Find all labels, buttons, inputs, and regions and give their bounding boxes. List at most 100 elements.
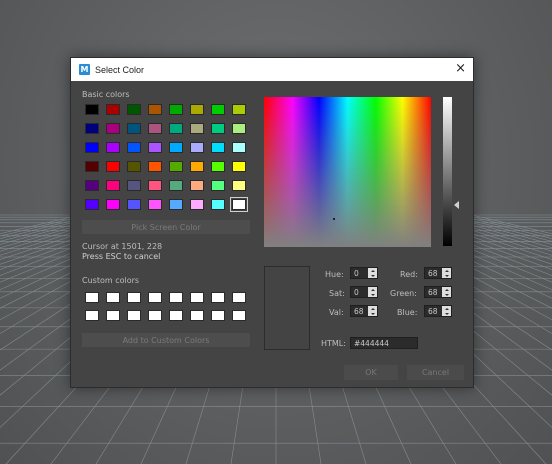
- close-icon[interactable]: ×: [455, 61, 466, 77]
- basic-color-swatch[interactable]: [190, 161, 204, 172]
- green-value[interactable]: 68: [425, 288, 442, 297]
- cursor-position-text: Cursor at 1501, 228: [82, 242, 163, 251]
- ok-button[interactable]: OK: [344, 365, 398, 380]
- value-slider-arrow-icon[interactable]: [454, 201, 459, 209]
- basic-color-swatch[interactable]: [148, 161, 162, 172]
- basic-color-swatch[interactable]: [190, 180, 204, 191]
- hue-stepper-icon[interactable]: [368, 268, 377, 278]
- basic-color-swatch[interactable]: [85, 123, 99, 134]
- custom-color-swatch[interactable]: [148, 292, 162, 303]
- basic-color-swatch[interactable]: [169, 161, 183, 172]
- basic-color-swatch[interactable]: [190, 104, 204, 115]
- hue-saturation-spectrum[interactable]: [264, 97, 431, 247]
- basic-color-swatch[interactable]: [85, 161, 99, 172]
- basic-color-swatch[interactable]: [148, 180, 162, 191]
- basic-color-swatch[interactable]: [230, 197, 248, 212]
- basic-color-swatch[interactable]: [106, 142, 120, 153]
- basic-color-swatch[interactable]: [106, 123, 120, 134]
- basic-color-swatch[interactable]: [106, 180, 120, 191]
- sat-value[interactable]: 0: [351, 288, 368, 297]
- basic-color-swatch[interactable]: [169, 123, 183, 134]
- basic-color-swatch[interactable]: [148, 199, 162, 210]
- basic-color-swatch[interactable]: [85, 142, 99, 153]
- custom-color-swatch[interactable]: [85, 292, 99, 303]
- basic-color-swatch[interactable]: [106, 161, 120, 172]
- basic-color-swatch[interactable]: [127, 104, 141, 115]
- green-stepper-icon[interactable]: [442, 287, 451, 297]
- basic-color-swatch[interactable]: [127, 123, 141, 134]
- basic-color-swatch[interactable]: [190, 123, 204, 134]
- custom-color-swatch[interactable]: [211, 292, 225, 303]
- basic-color-swatch[interactable]: [127, 199, 141, 210]
- custom-color-swatch[interactable]: [232, 292, 246, 303]
- basic-color-swatch[interactable]: [169, 199, 183, 210]
- basic-color-swatch[interactable]: [190, 142, 204, 153]
- cancel-button[interactable]: Cancel: [407, 365, 464, 380]
- basic-colors-label: Basic colors: [82, 90, 130, 99]
- basic-color-swatch[interactable]: [211, 199, 225, 210]
- blue-spinbox[interactable]: 68: [424, 305, 452, 317]
- basic-color-swatch[interactable]: [232, 104, 246, 115]
- html-hex-input[interactable]: #444444: [350, 337, 418, 349]
- basic-color-swatch[interactable]: [232, 161, 246, 172]
- basic-color-swatch[interactable]: [148, 123, 162, 134]
- custom-color-swatch[interactable]: [106, 310, 120, 321]
- basic-color-swatch[interactable]: [106, 199, 120, 210]
- red-spinbox[interactable]: 68: [424, 267, 452, 279]
- basic-color-swatch[interactable]: [232, 142, 246, 153]
- custom-color-swatch[interactable]: [106, 292, 120, 303]
- sat-spinbox[interactable]: 0: [350, 286, 378, 298]
- basic-color-swatch[interactable]: [211, 142, 225, 153]
- blue-label: Blue:: [397, 308, 418, 317]
- val-spinbox[interactable]: 68: [350, 305, 378, 317]
- red-value[interactable]: 68: [425, 269, 442, 278]
- custom-color-swatch[interactable]: [169, 310, 183, 321]
- custom-color-swatch[interactable]: [127, 292, 141, 303]
- spectrum-crosshair[interactable]: [333, 218, 335, 220]
- custom-color-swatch[interactable]: [85, 310, 99, 321]
- basic-color-swatch[interactable]: [232, 180, 246, 191]
- basic-color-swatch[interactable]: [127, 142, 141, 153]
- custom-colors-label: Custom colors: [82, 276, 140, 285]
- green-spinbox[interactable]: 68: [424, 286, 452, 298]
- basic-color-swatch[interactable]: [106, 104, 120, 115]
- value-luminance-bar[interactable]: [443, 97, 452, 246]
- custom-color-swatch[interactable]: [190, 310, 204, 321]
- basic-color-swatch[interactable]: [85, 199, 99, 210]
- basic-color-swatch[interactable]: [127, 180, 141, 191]
- basic-color-swatch[interactable]: [127, 161, 141, 172]
- basic-color-swatch[interactable]: [169, 104, 183, 115]
- pick-screen-color-button[interactable]: Pick Screen Color: [82, 220, 250, 234]
- basic-color-swatch[interactable]: [211, 104, 225, 115]
- basic-color-swatch[interactable]: [190, 199, 204, 210]
- basic-color-swatch[interactable]: [85, 104, 99, 115]
- basic-color-swatch[interactable]: [211, 161, 225, 172]
- red-label: Red:: [400, 270, 418, 279]
- basic-color-swatch[interactable]: [169, 142, 183, 153]
- basic-color-swatch[interactable]: [85, 180, 99, 191]
- custom-color-swatch[interactable]: [169, 292, 183, 303]
- red-stepper-icon[interactable]: [442, 268, 451, 278]
- basic-color-swatch[interactable]: [211, 180, 225, 191]
- basic-color-swatch[interactable]: [211, 123, 225, 134]
- basic-color-swatch[interactable]: [148, 104, 162, 115]
- val-value[interactable]: 68: [351, 307, 368, 316]
- blue-stepper-icon[interactable]: [442, 306, 451, 316]
- custom-color-swatch[interactable]: [190, 292, 204, 303]
- add-to-custom-colors-button[interactable]: Add to Custom Colors: [82, 333, 250, 347]
- hue-value[interactable]: 0: [351, 269, 368, 278]
- custom-color-swatch[interactable]: [127, 310, 141, 321]
- custom-color-swatch[interactable]: [148, 310, 162, 321]
- basic-color-swatch[interactable]: [148, 142, 162, 153]
- custom-color-swatch[interactable]: [232, 310, 246, 321]
- blue-value[interactable]: 68: [425, 307, 442, 316]
- hue-label: Hue:: [325, 270, 344, 279]
- custom-color-swatch[interactable]: [211, 310, 225, 321]
- select-color-dialog: M Select Color × Basic colors Pick Scree…: [70, 57, 474, 388]
- basic-color-swatch[interactable]: [232, 123, 246, 134]
- val-stepper-icon[interactable]: [368, 306, 377, 316]
- maya-app-icon: M: [79, 64, 90, 75]
- sat-stepper-icon[interactable]: [368, 287, 377, 297]
- hue-spinbox[interactable]: 0: [350, 267, 378, 279]
- basic-color-swatch[interactable]: [169, 180, 183, 191]
